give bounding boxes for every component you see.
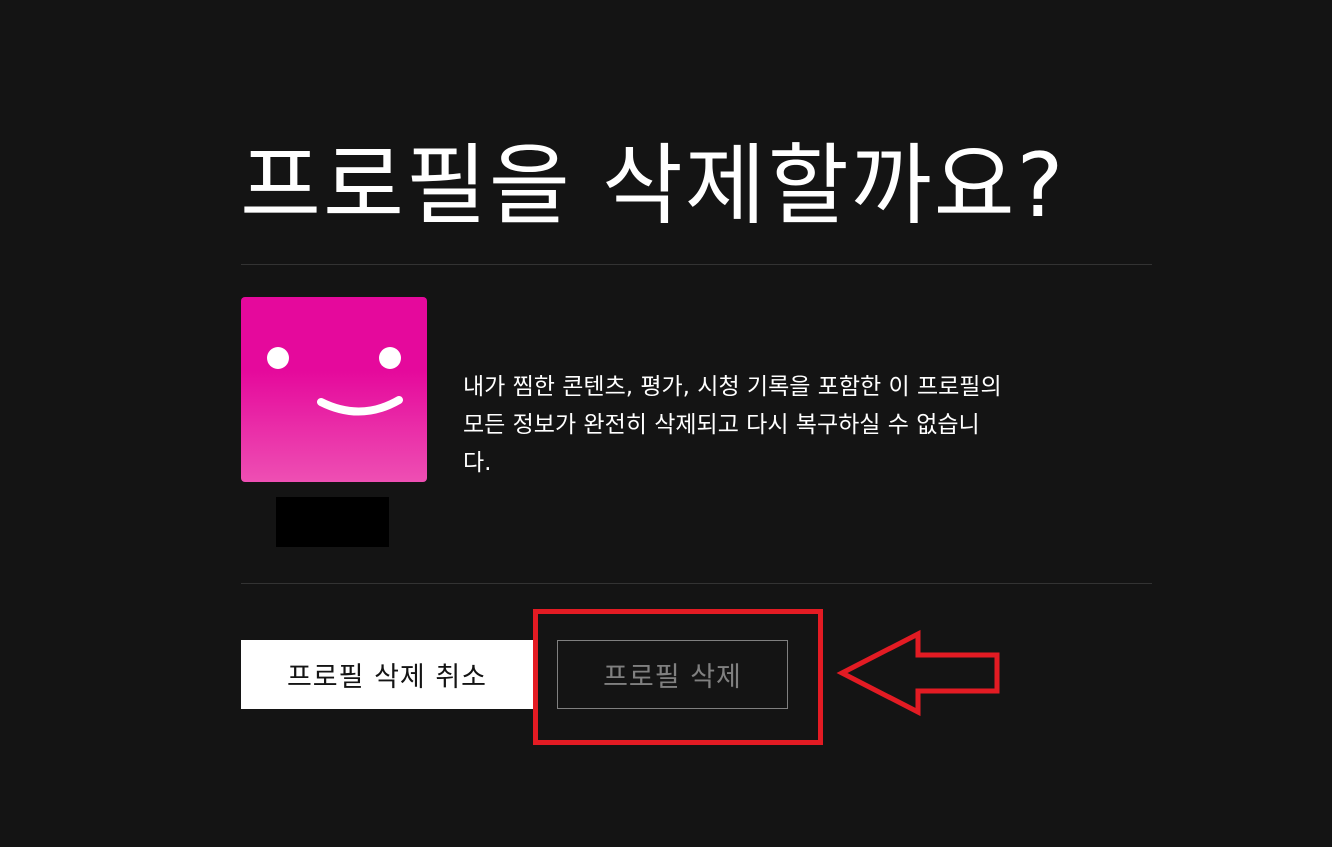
left-arrow-icon bbox=[836, 629, 1000, 717]
delete-profile-page: 프로필을 삭제할까요? 내가 찜한 콘텐츠, 평가, 시청 기록을 포함한 이 … bbox=[0, 0, 1332, 847]
cancel-delete-button[interactable]: 프로필 삭제 취소 bbox=[241, 640, 533, 709]
page-title: 프로필을 삭제할까요? bbox=[240, 134, 1066, 237]
delete-warning-text: 내가 찜한 콘텐츠, 평가, 시청 기록을 포함한 이 프로필의 모든 정보가 … bbox=[463, 374, 1002, 476]
smiley-face-icon bbox=[267, 347, 403, 416]
profile-avatar bbox=[241, 297, 427, 482]
profile-name-redacted bbox=[276, 497, 389, 547]
divider-bottom bbox=[241, 583, 1152, 584]
highlight-annotation-box bbox=[533, 609, 823, 745]
divider-top bbox=[241, 264, 1152, 265]
